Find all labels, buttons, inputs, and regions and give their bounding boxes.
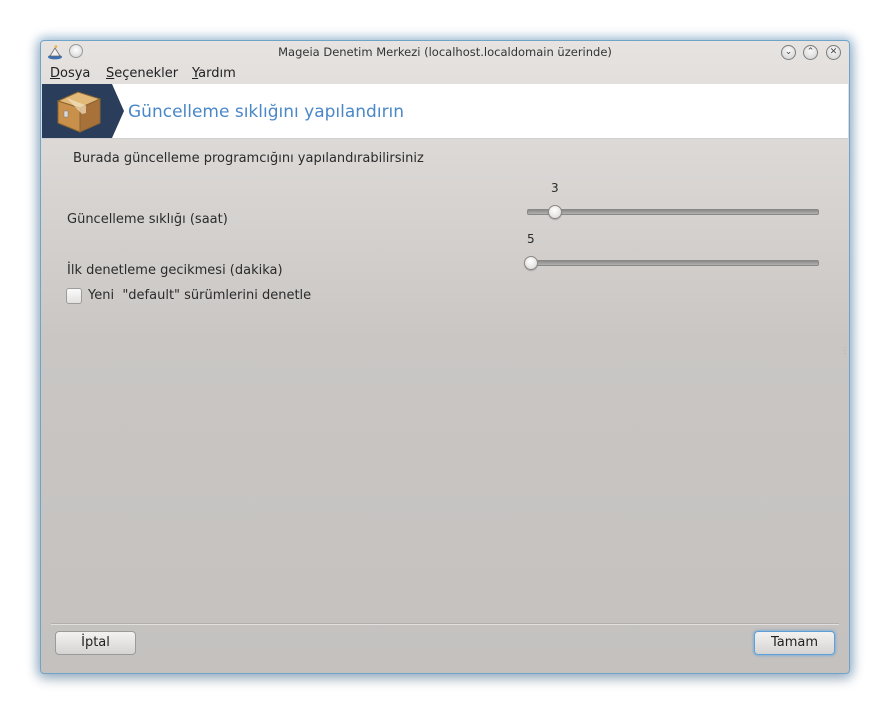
banner-icon-area — [42, 84, 112, 138]
intro-text: Burada güncelleme programcığını yapıland… — [73, 151, 424, 166]
main-window: Mageia Denetim Merkezi (localhost.locald… — [40, 40, 850, 674]
menu-yardim[interactable]: Yardım — [192, 66, 236, 81]
default-versions-label[interactable]: Yeni "default" sürümlerini denetle — [88, 288, 311, 303]
maximize-button[interactable]: ⌃ — [803, 45, 818, 60]
delay-slider-handle[interactable] — [524, 256, 538, 270]
page-title: Güncelleme sıklığını yapılandırın — [128, 102, 405, 122]
frequency-slider-handle[interactable] — [548, 205, 562, 219]
window-title: Mageia Denetim Merkezi (localhost.locald… — [278, 45, 612, 59]
delay-slider[interactable] — [527, 260, 819, 266]
header-banner: Güncelleme sıklığını yapılandırın — [42, 84, 848, 139]
frequency-value: 3 — [551, 181, 559, 195]
cancel-button[interactable]: İptal — [55, 631, 136, 655]
menu-dosya[interactable]: Dosya — [50, 66, 90, 81]
delay-label: İlk denetleme gecikmesi (dakika) — [67, 263, 283, 278]
menu-dosya-label: osya — [60, 66, 91, 81]
delay-value: 5 — [527, 232, 535, 246]
title-bar[interactable]: Mageia Denetim Merkezi (localhost.locald… — [41, 41, 849, 63]
banner-notch — [112, 84, 124, 138]
menu-dosya-mnemonic: D — [50, 66, 61, 81]
frequency-label: Güncelleme sıklığı (saat) — [67, 212, 228, 227]
ok-button[interactable]: Tamam — [754, 631, 835, 655]
close-button[interactable]: ✕ — [826, 45, 841, 60]
menu-yardim-label: ardım — [198, 66, 236, 81]
resize-grip[interactable]: · · · — [844, 346, 847, 358]
menu-secenekler-label: eçenekler — [114, 66, 179, 81]
frequency-slider[interactable] — [527, 209, 819, 215]
package-box-icon — [54, 87, 104, 135]
menu-bar: Dosya Seçenekler Yardım — [41, 63, 849, 83]
minimize-button[interactable]: ⌄ — [781, 45, 796, 60]
footer-divider — [51, 623, 839, 624]
default-versions-checkbox[interactable] — [66, 288, 82, 304]
menu-secenekler[interactable]: Seçenekler — [106, 66, 178, 81]
